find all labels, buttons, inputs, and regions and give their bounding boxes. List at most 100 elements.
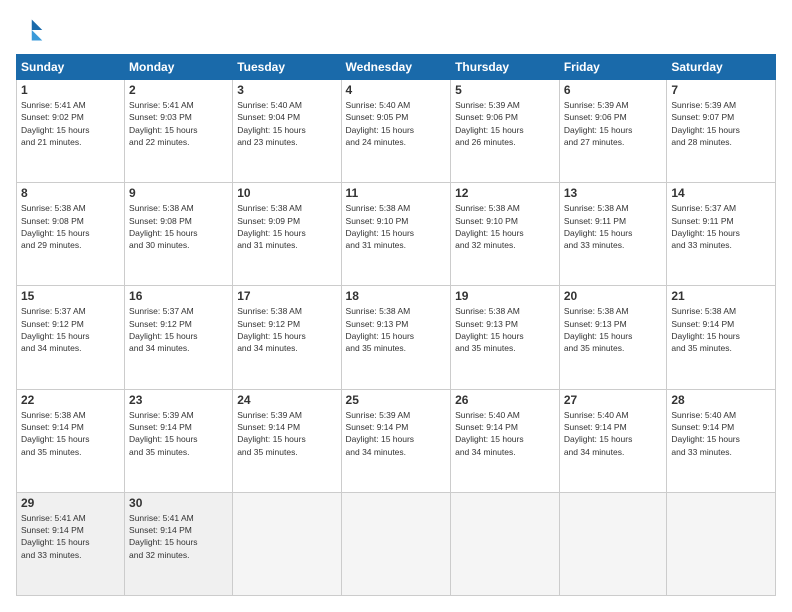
day-info: Sunrise: 5:39 AM Sunset: 9:14 PM Dayligh… bbox=[237, 409, 336, 458]
day-info: Sunrise: 5:37 AM Sunset: 9:11 PM Dayligh… bbox=[671, 202, 771, 251]
day-cell: 22 Sunrise: 5:38 AM Sunset: 9:14 PM Dayli… bbox=[17, 389, 125, 492]
day-number: 16 bbox=[129, 289, 228, 303]
day-number: 20 bbox=[564, 289, 663, 303]
day-info: Sunrise: 5:39 AM Sunset: 9:07 PM Dayligh… bbox=[671, 99, 771, 148]
day-cell bbox=[233, 492, 341, 595]
day-cell: 12Sunrise: 5:38 AM Sunset: 9:10 PM Dayli… bbox=[451, 183, 560, 286]
day-number: 25 bbox=[346, 393, 447, 407]
weekday-monday: Monday bbox=[125, 55, 233, 80]
day-number: 3 bbox=[237, 83, 336, 97]
weekday-tuesday: Tuesday bbox=[233, 55, 341, 80]
day-number: 19 bbox=[455, 289, 555, 303]
day-cell: 4 Sunrise: 5:40 AM Sunset: 9:05 PM Daylig… bbox=[341, 80, 451, 183]
day-number: 11 bbox=[346, 186, 447, 200]
day-cell bbox=[559, 492, 667, 595]
day-info: Sunrise: 5:38 AM Sunset: 9:13 PM Dayligh… bbox=[564, 305, 663, 354]
day-number: 7 bbox=[671, 83, 771, 97]
day-number: 5 bbox=[455, 83, 555, 97]
day-cell: 30 Sunrise: 5:41 AM Sunset: 9:14 PM Dayli… bbox=[125, 492, 233, 595]
day-number: 13 bbox=[564, 186, 663, 200]
day-cell bbox=[341, 492, 451, 595]
day-info: Sunrise: 5:38 AM Sunset: 9:10 PM Dayligh… bbox=[455, 202, 555, 251]
day-cell: 21Sunrise: 5:38 AM Sunset: 9:14 PM Dayli… bbox=[667, 286, 776, 389]
day-number: 8 bbox=[21, 186, 120, 200]
day-info: Sunrise: 5:37 AM Sunset: 9:12 PM Dayligh… bbox=[129, 305, 228, 354]
day-number: 4 bbox=[346, 83, 447, 97]
day-number: 15 bbox=[21, 289, 120, 303]
day-number: 14 bbox=[671, 186, 771, 200]
day-number: 9 bbox=[129, 186, 228, 200]
day-cell: 27Sunrise: 5:40 AM Sunset: 9:14 PM Dayli… bbox=[559, 389, 667, 492]
day-cell: 6 Sunrise: 5:39 AM Sunset: 9:06 PM Daylig… bbox=[559, 80, 667, 183]
day-info: Sunrise: 5:41 AM Sunset: 9:02 PM Dayligh… bbox=[21, 99, 120, 148]
day-info: Sunrise: 5:40 AM Sunset: 9:05 PM Dayligh… bbox=[346, 99, 447, 148]
day-number: 17 bbox=[237, 289, 336, 303]
weekday-wednesday: Wednesday bbox=[341, 55, 451, 80]
day-cell: 19 Sunrise: 5:38 AM Sunset: 9:13 PM Dayli… bbox=[451, 286, 560, 389]
day-cell: 13 Sunrise: 5:38 AM Sunset: 9:11 PM Dayli… bbox=[559, 183, 667, 286]
day-cell: 20 Sunrise: 5:38 AM Sunset: 9:13 PM Dayli… bbox=[559, 286, 667, 389]
day-cell: 17Sunrise: 5:38 AM Sunset: 9:12 PM Dayli… bbox=[233, 286, 341, 389]
day-info: Sunrise: 5:39 AM Sunset: 9:14 PM Dayligh… bbox=[129, 409, 228, 458]
day-cell: 10 Sunrise: 5:38 AM Sunset: 9:09 PM Dayli… bbox=[233, 183, 341, 286]
day-number: 23 bbox=[129, 393, 228, 407]
day-cell: 8 Sunrise: 5:38 AM Sunset: 9:08 PM Daylig… bbox=[17, 183, 125, 286]
day-info: Sunrise: 5:38 AM Sunset: 9:14 PM Dayligh… bbox=[21, 409, 120, 458]
day-cell: 29Sunrise: 5:41 AM Sunset: 9:14 PM Dayli… bbox=[17, 492, 125, 595]
day-cell: 18 Sunrise: 5:38 AM Sunset: 9:13 PM Dayli… bbox=[341, 286, 451, 389]
day-cell: 11 Sunrise: 5:38 AM Sunset: 9:10 PM Dayli… bbox=[341, 183, 451, 286]
weekday-sunday: Sunday bbox=[17, 55, 125, 80]
day-info: Sunrise: 5:40 AM Sunset: 9:14 PM Dayligh… bbox=[455, 409, 555, 458]
day-number: 22 bbox=[21, 393, 120, 407]
day-info: Sunrise: 5:40 AM Sunset: 9:14 PM Dayligh… bbox=[671, 409, 771, 458]
logo-icon bbox=[16, 16, 44, 44]
week-row-4: 22 Sunrise: 5:38 AM Sunset: 9:14 PM Dayli… bbox=[17, 389, 776, 492]
day-info: Sunrise: 5:40 AM Sunset: 9:14 PM Dayligh… bbox=[564, 409, 663, 458]
day-cell: 2Sunrise: 5:41 AM Sunset: 9:03 PM Daylig… bbox=[125, 80, 233, 183]
day-number: 10 bbox=[237, 186, 336, 200]
logo bbox=[16, 16, 48, 44]
day-number: 26 bbox=[455, 393, 555, 407]
day-info: Sunrise: 5:38 AM Sunset: 9:13 PM Dayligh… bbox=[455, 305, 555, 354]
day-cell: 7 Sunrise: 5:39 AM Sunset: 9:07 PM Daylig… bbox=[667, 80, 776, 183]
day-number: 6 bbox=[564, 83, 663, 97]
page: SundayMondayTuesdayWednesdayThursdayFrid… bbox=[0, 0, 792, 612]
weekday-thursday: Thursday bbox=[451, 55, 560, 80]
day-info: Sunrise: 5:41 AM Sunset: 9:14 PM Dayligh… bbox=[129, 512, 228, 561]
day-cell bbox=[451, 492, 560, 595]
day-info: Sunrise: 5:37 AM Sunset: 9:12 PM Dayligh… bbox=[21, 305, 120, 354]
day-cell: 23 Sunrise: 5:39 AM Sunset: 9:14 PM Dayli… bbox=[125, 389, 233, 492]
day-number: 24 bbox=[237, 393, 336, 407]
day-info: Sunrise: 5:38 AM Sunset: 9:09 PM Dayligh… bbox=[237, 202, 336, 251]
day-cell: 9Sunrise: 5:38 AM Sunset: 9:08 PM Daylig… bbox=[125, 183, 233, 286]
day-info: Sunrise: 5:38 AM Sunset: 9:11 PM Dayligh… bbox=[564, 202, 663, 251]
day-info: Sunrise: 5:38 AM Sunset: 9:08 PM Dayligh… bbox=[21, 202, 120, 251]
day-cell: 15 Sunrise: 5:37 AM Sunset: 9:12 PM Dayli… bbox=[17, 286, 125, 389]
day-number: 18 bbox=[346, 289, 447, 303]
day-cell: 16 Sunrise: 5:37 AM Sunset: 9:12 PM Dayli… bbox=[125, 286, 233, 389]
weekday-friday: Friday bbox=[559, 55, 667, 80]
day-info: Sunrise: 5:39 AM Sunset: 9:06 PM Dayligh… bbox=[455, 99, 555, 148]
day-number: 1 bbox=[21, 83, 120, 97]
day-info: Sunrise: 5:38 AM Sunset: 9:13 PM Dayligh… bbox=[346, 305, 447, 354]
header bbox=[16, 16, 776, 44]
day-cell: 25 Sunrise: 5:39 AM Sunset: 9:14 PM Dayli… bbox=[341, 389, 451, 492]
day-cell: 3 Sunrise: 5:40 AM Sunset: 9:04 PM Daylig… bbox=[233, 80, 341, 183]
day-info: Sunrise: 5:38 AM Sunset: 9:10 PM Dayligh… bbox=[346, 202, 447, 251]
day-info: Sunrise: 5:40 AM Sunset: 9:04 PM Dayligh… bbox=[237, 99, 336, 148]
week-row-3: 15 Sunrise: 5:37 AM Sunset: 9:12 PM Dayli… bbox=[17, 286, 776, 389]
day-cell: 28 Sunrise: 5:40 AM Sunset: 9:14 PM Dayli… bbox=[667, 389, 776, 492]
day-cell: 24 Sunrise: 5:39 AM Sunset: 9:14 PM Dayli… bbox=[233, 389, 341, 492]
day-info: Sunrise: 5:41 AM Sunset: 9:14 PM Dayligh… bbox=[21, 512, 120, 561]
week-row-5: 29Sunrise: 5:41 AM Sunset: 9:14 PM Dayli… bbox=[17, 492, 776, 595]
week-row-2: 8 Sunrise: 5:38 AM Sunset: 9:08 PM Daylig… bbox=[17, 183, 776, 286]
day-info: Sunrise: 5:39 AM Sunset: 9:06 PM Dayligh… bbox=[564, 99, 663, 148]
day-cell: 26 Sunrise: 5:40 AM Sunset: 9:14 PM Dayli… bbox=[451, 389, 560, 492]
day-info: Sunrise: 5:39 AM Sunset: 9:14 PM Dayligh… bbox=[346, 409, 447, 458]
weekday-saturday: Saturday bbox=[667, 55, 776, 80]
day-cell: 1 Sunrise: 5:41 AM Sunset: 9:02 PM Daylig… bbox=[17, 80, 125, 183]
day-number: 28 bbox=[671, 393, 771, 407]
day-number: 30 bbox=[129, 496, 228, 510]
calendar-table: SundayMondayTuesdayWednesdayThursdayFrid… bbox=[16, 54, 776, 596]
day-info: Sunrise: 5:38 AM Sunset: 9:14 PM Dayligh… bbox=[671, 305, 771, 354]
